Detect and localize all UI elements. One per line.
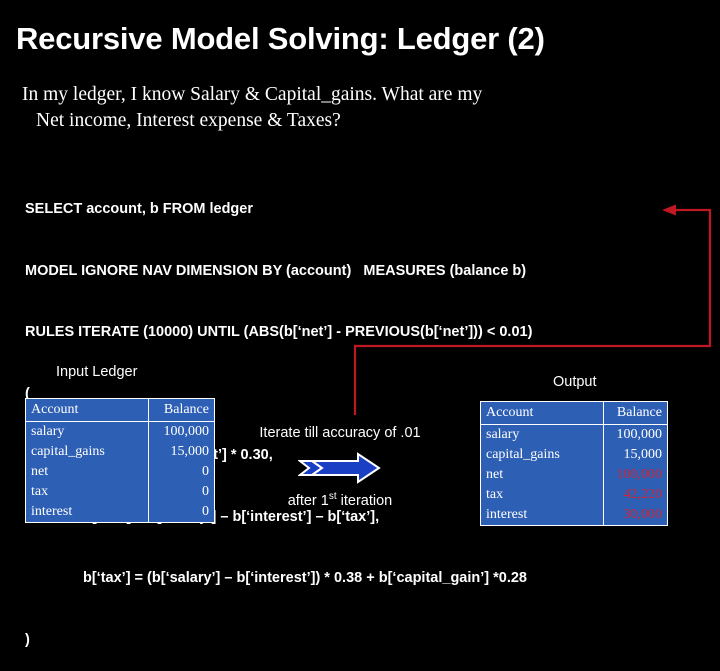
input-ledger-table: Account Balance salary 100,000 capital_g… [25,398,215,523]
output-ledger-caption: Output [553,374,597,390]
input-ledger-caption: Input Ledger [56,364,138,380]
input-cell-account: net [25,462,149,482]
input-cell-balance: 0 [148,502,215,523]
input-header-balance: Balance [148,398,215,422]
question-line-2: Net income, Interest expense & Taxes? [36,110,341,131]
input-cell-account: interest [25,502,149,523]
input-cell-account: tax [25,482,149,502]
input-cell-balance: 0 [148,462,215,482]
output-header-balance: Balance [603,401,668,425]
table-row: salary 100,000 [480,424,668,445]
table-row: salary 100,000 [25,421,215,442]
question-text: In my ledger, I know Salary & Capital_ga… [22,82,682,134]
output-cell-balance: 42,220 [603,485,668,505]
output-cell-account: capital_gains [480,445,604,465]
output-cell-account: interest [480,505,604,526]
output-cell-balance: 15,000 [603,445,668,465]
input-cell-balance: 0 [148,482,215,502]
input-cell-account: salary [25,421,149,442]
iterate-accuracy-note: Iterate till accuracy of .01 [259,425,421,441]
after-note-ordinal: st [328,491,337,502]
question-line-1: In my ledger, I know Salary & Capital_ga… [22,84,483,105]
output-cell-account: salary [480,424,604,445]
input-cell-account: capital_gains [25,442,149,462]
sql-line-rules: RULES ITERATE (10000) UNTIL (ABS(b[‘net’… [25,324,533,340]
after-note-prefix: after 1 [287,492,329,509]
output-cell-account: net [480,465,604,485]
sql-line-model: MODEL IGNORE NAV DIMENSION BY (account) … [25,262,527,279]
output-cell-balance: 100,000 [603,465,668,485]
table-row: net 100,000 [480,465,668,485]
page-title: Recursive Model Solving: Ledger (2) [16,21,545,56]
table-header-row: Account Balance [480,401,668,425]
after-note-suffix: iteration [336,492,393,509]
table-row: capital_gains 15,000 [480,445,668,465]
output-ledger-table: Account Balance salary 100,000 capital_g… [480,401,668,526]
table-row: interest 30,000 [480,505,668,526]
sql-line-tax: b[‘tax’] = (b[‘salary’] – b[‘interest’])… [83,570,527,586]
output-cell-account: tax [480,485,604,505]
table-row: tax 42,220 [480,485,668,505]
table-row: interest 0 [25,502,215,523]
table-header-row: Account Balance [25,398,215,422]
right-block-arrow [298,452,381,484]
after-iteration-note: after 1st iteration [240,491,440,509]
input-cell-balance: 15,000 [148,442,215,462]
table-row: capital_gains 15,000 [25,442,215,462]
output-header-account: Account [480,401,604,425]
table-row: tax 0 [25,482,215,502]
output-cell-balance: 30,000 [603,505,668,526]
output-cell-balance: 100,000 [603,424,668,445]
block-arrow-body [308,452,381,484]
input-cell-balance: 100,000 [148,421,215,442]
table-row: net 0 [25,462,215,482]
sql-line-select: SELECT account, b FROM ledger [25,201,253,217]
sql-line-close: ) [25,631,30,648]
input-header-account: Account [25,398,149,422]
